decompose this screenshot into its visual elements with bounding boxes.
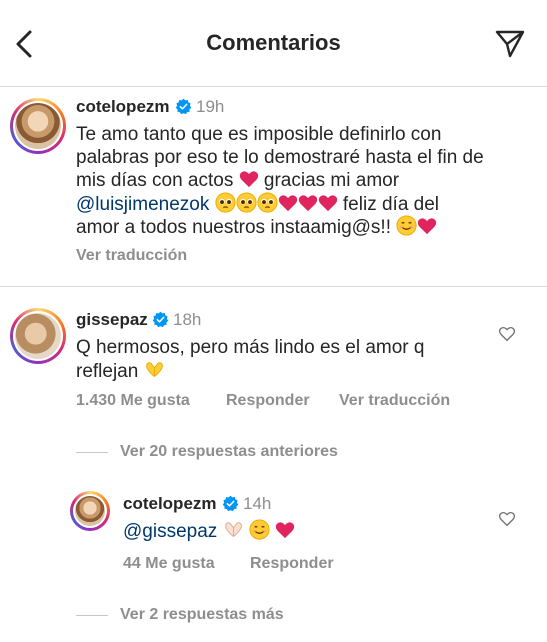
thread-line — [76, 452, 108, 453]
smiling-face-emoji — [249, 519, 270, 540]
reply-button[interactable]: Responder — [250, 555, 334, 573]
red-heart-emoji — [318, 194, 338, 212]
avatar[interactable] — [10, 98, 66, 154]
reply-username[interactable]: cotelopezm — [123, 494, 217, 514]
like-count[interactable]: 44 Me gusta — [123, 555, 215, 573]
reply-time: 14h — [243, 494, 272, 513]
header-bar: Comentarios — [0, 0, 547, 87]
mention-link[interactable]: @gissepaz — [123, 521, 217, 542]
heart-outline-icon[interactable] — [498, 325, 516, 343]
caption-line: mis días con actos gracias mi amor — [76, 170, 400, 191]
post-username[interactable]: cotelopezm — [76, 97, 170, 117]
see-translation-link[interactable]: Ver traducción — [339, 392, 450, 410]
red-heart-emoji — [239, 170, 259, 188]
heart-hands-emoji — [144, 359, 165, 380]
thread-line — [76, 615, 108, 616]
reply-button[interactable]: Responder — [226, 392, 310, 410]
page-title: Comentarios — [206, 30, 341, 55]
caption-line: amor a todos nuestros instaamig@s!! — [76, 215, 437, 240]
heart-hands-emoji — [223, 519, 244, 540]
reply-text: @gissepaz — [123, 519, 295, 544]
red-heart-emoji — [298, 194, 318, 212]
see-translation-link[interactable]: Ver traducción — [76, 247, 187, 265]
post-time: 19h — [196, 97, 225, 116]
red-heart-emoji — [278, 194, 298, 212]
pleading-face-emoji — [215, 192, 236, 213]
caption-line: palabras por eso te lo demostraré hasta … — [76, 147, 484, 168]
red-heart-emoji — [275, 521, 295, 539]
pleading-face-emoji — [236, 192, 257, 213]
avatar[interactable] — [10, 308, 66, 364]
divider — [0, 286, 547, 287]
caption-line: Te amo tanto que es imposible definirlo … — [76, 124, 442, 145]
smiling-face-emoji — [396, 215, 417, 236]
verified-badge-icon — [222, 495, 239, 512]
paper-plane-icon[interactable] — [494, 27, 526, 59]
like-count[interactable]: 1.430 Me gusta — [76, 392, 190, 410]
heart-outline-icon[interactable] — [498, 510, 516, 528]
view-more-replies[interactable]: Ver 2 respuestas más — [120, 606, 284, 624]
verified-badge-icon — [175, 98, 192, 115]
pleading-face-emoji — [257, 192, 278, 213]
comment-username[interactable]: gissepaz — [76, 310, 148, 330]
comment-text-line: reflejan — [76, 359, 165, 384]
red-heart-emoji — [417, 217, 437, 235]
comment-time: 18h — [173, 310, 202, 329]
caption-line: @luisjimenezok feliz día del — [76, 192, 440, 215]
comment-text-line: Q hermosos, pero más lindo es el amor q — [76, 337, 425, 358]
verified-badge-icon — [152, 311, 169, 328]
avatar[interactable] — [70, 491, 110, 531]
mention-link[interactable]: @luisjimenezok — [76, 194, 209, 215]
view-previous-replies[interactable]: Ver 20 respuestas anteriores — [120, 443, 338, 461]
